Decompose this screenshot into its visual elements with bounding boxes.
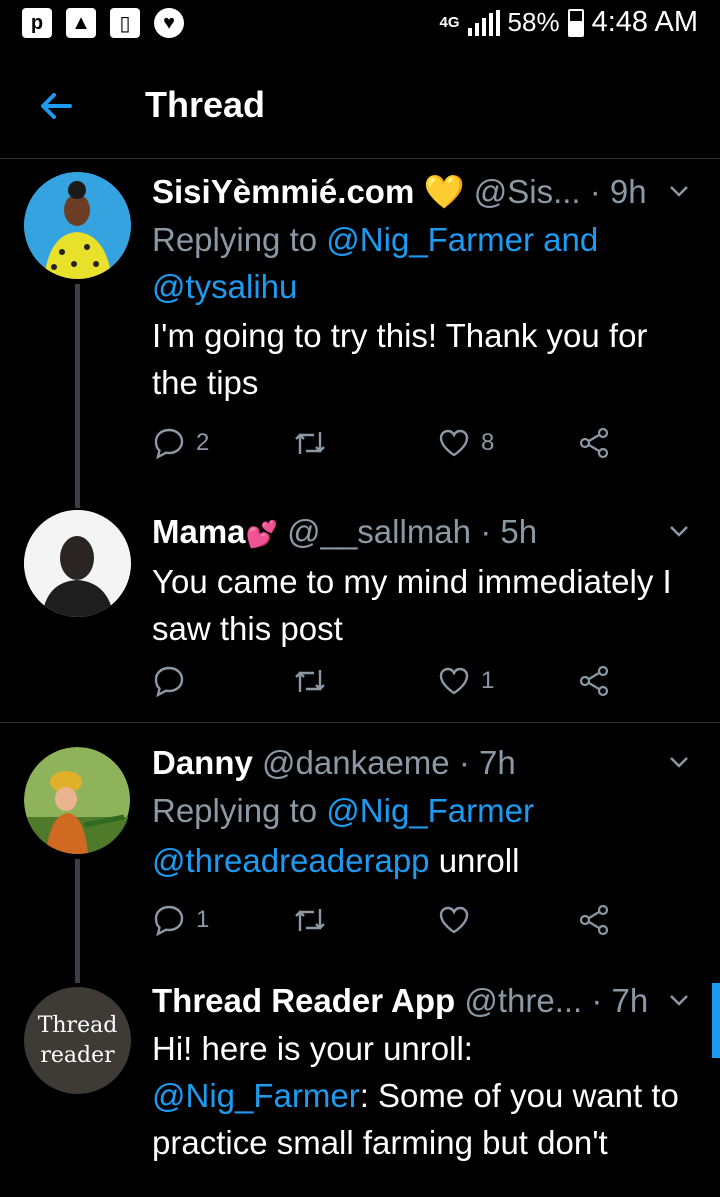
reply-button[interactable]: 1 — [152, 903, 209, 937]
reply-icon — [154, 428, 184, 460]
heart-icon — [439, 429, 469, 457]
hearts-emoji: 💕 — [245, 519, 278, 549]
timestamp: · 9h — [589, 173, 647, 210]
retweet-icon — [295, 670, 325, 692]
chevron-down-icon[interactable] — [666, 749, 692, 775]
avatar[interactable] — [24, 172, 131, 279]
like-count: 1 — [481, 667, 495, 694]
device-icon: ▯ — [110, 8, 140, 38]
mention-link[interactable]: @threadreaderapp — [152, 842, 430, 879]
p-app-icon: p — [22, 8, 52, 38]
gallery-icon: ▲ — [66, 8, 96, 38]
chevron-down-icon[interactable] — [666, 178, 692, 204]
heart-emoji: 💛 — [423, 173, 465, 210]
avatar-text: Thread — [37, 1012, 118, 1038]
author-handle[interactable]: @thre... — [464, 982, 582, 1019]
status-bar: p ▲ ▯ ♥ 4G 58% 4:48 AM — [0, 0, 720, 48]
replying-prefix: Replying to — [152, 221, 318, 258]
reply-button[interactable]: 2 — [152, 426, 209, 460]
retweet-icon — [295, 909, 325, 931]
thread-connector — [75, 284, 80, 508]
mention-link[interactable]: @Nig_Farmer — [326, 792, 534, 829]
retweet-button[interactable] — [292, 426, 328, 460]
tweet-threadreaderapp[interactable]: Thread reader Thread Reader App @thre...… — [0, 982, 720, 1197]
like-button[interactable]: 1 — [437, 664, 494, 698]
chevron-down-icon[interactable] — [666, 518, 692, 544]
author-name[interactable]: Thread Reader App — [152, 982, 455, 1019]
retweet-button[interactable] — [292, 903, 328, 937]
reply-count: 2 — [196, 429, 210, 456]
retweet-icon — [295, 432, 325, 454]
reply-icon — [154, 666, 184, 698]
tweet-text: Hi! here is your unroll: — [152, 1030, 473, 1067]
reply-button[interactable] — [152, 664, 186, 698]
like-button[interactable]: 8 — [437, 426, 494, 460]
retweet-button[interactable] — [292, 664, 328, 698]
share-icon — [579, 665, 609, 697]
tweet-mama[interactable]: Mama💕 @__sallmah · 5h You came to my min… — [0, 508, 720, 722]
battery-percent: 58% — [507, 7, 560, 37]
network-type: 4G — [439, 14, 460, 31]
avatar[interactable] — [24, 747, 131, 854]
timestamp: · 7h — [591, 982, 649, 1019]
heart-icon — [439, 906, 469, 934]
battery-icon — [567, 8, 584, 37]
thread-connector — [75, 859, 80, 983]
author-name[interactable]: Mama — [152, 513, 246, 550]
author-handle[interactable]: @dankaeme — [262, 744, 450, 781]
share-button[interactable] — [577, 664, 611, 698]
scrollbar-thumb[interactable] — [712, 983, 720, 1058]
share-button[interactable] — [577, 903, 611, 937]
tweet-sisiyemmie[interactable]: SisiYèmmié.com 💛 @Sis... · 9h Replying t… — [0, 160, 720, 508]
share-icon — [579, 904, 609, 936]
like-count: 8 — [481, 429, 495, 456]
share-button[interactable] — [577, 426, 611, 460]
share-icon — [579, 427, 609, 459]
mention-link[interactable]: @Nig_Farmer — [152, 1077, 360, 1114]
heart-icon — [439, 667, 469, 695]
mention-link[interactable]: @Nig_Farmer and — [326, 221, 598, 258]
timestamp: · 7h — [458, 744, 516, 781]
author-name[interactable]: SisiYèmmié.com — [152, 173, 414, 210]
app-header: Thread — [0, 58, 720, 159]
author-name[interactable]: Danny — [152, 744, 253, 781]
tweet-text: I'm going to try this! Thank you for the… — [152, 317, 648, 401]
tweet-text: unroll — [429, 842, 520, 879]
clock: 4:48 AM — [591, 6, 698, 38]
timestamp: · 5h — [480, 513, 538, 550]
reply-icon — [154, 905, 184, 937]
tweet-danny[interactable]: Danny @dankaeme · 7h Replying to @Nig_Fa… — [0, 723, 720, 983]
heart-app-icon: ♥ — [154, 8, 184, 38]
author-handle[interactable]: @__sallmah — [287, 513, 471, 550]
signal-icon — [467, 9, 500, 36]
avatar-text: reader — [40, 1042, 115, 1068]
page-title: Thread — [145, 84, 266, 125]
avatar[interactable] — [24, 510, 131, 617]
author-handle[interactable]: @Sis... — [474, 173, 581, 210]
replying-prefix: Replying to — [152, 792, 318, 829]
chevron-down-icon[interactable] — [666, 987, 692, 1013]
reply-count: 1 — [196, 906, 210, 933]
mention-link[interactable]: @tysalihu — [152, 268, 297, 305]
tweet-text: You came to my mind immediately I saw th… — [152, 563, 672, 647]
back-arrow-icon[interactable] — [36, 86, 76, 126]
avatar[interactable]: Thread reader — [24, 987, 131, 1094]
like-button[interactable] — [437, 903, 471, 937]
